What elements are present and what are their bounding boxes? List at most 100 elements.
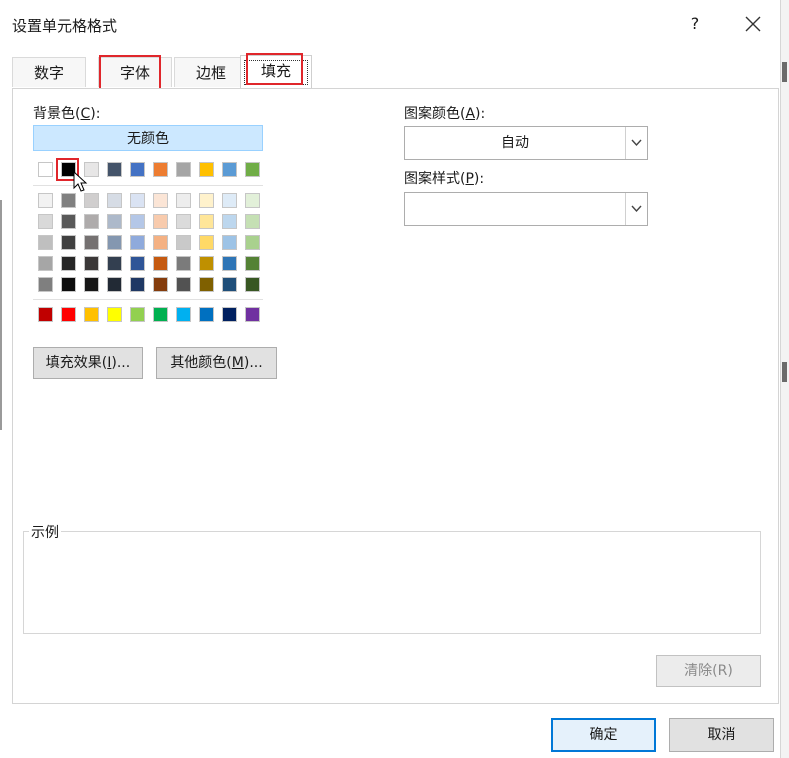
tab-bar: 数字 字体 边框 填充 [12,55,779,89]
tab-fill[interactable]: 填充 [240,55,312,89]
color-swatch[interactable] [61,256,76,271]
color-swatch[interactable] [153,193,168,208]
color-swatch[interactable] [176,162,191,177]
tab-font[interactable]: 字体 [98,57,172,87]
color-swatch[interactable] [245,193,260,208]
color-swatch[interactable] [84,193,99,208]
color-swatch[interactable] [84,307,99,322]
clear-button[interactable]: 清除(R) [656,655,761,687]
sample-preview [23,531,761,634]
color-swatch[interactable] [130,277,145,292]
color-swatch[interactable] [176,193,191,208]
color-swatch[interactable] [130,307,145,322]
pattern-style-select[interactable] [404,192,648,226]
color-swatch[interactable] [107,307,122,322]
color-swatch[interactable] [222,162,237,177]
pattern-color-value: 自动 [501,135,529,151]
no-color-button[interactable]: 无颜色 [33,125,263,151]
tab-border[interactable]: 边框 [174,57,248,87]
color-swatch[interactable] [153,256,168,271]
color-swatch[interactable] [222,277,237,292]
color-swatch[interactable] [199,162,214,177]
color-swatch[interactable] [176,307,191,322]
color-swatch[interactable] [176,235,191,250]
edge-mark [782,362,787,382]
palette-separator [33,299,263,300]
color-swatch[interactable] [199,193,214,208]
dialog-title: 设置单元格格式 [12,17,118,35]
pattern-color-select[interactable]: 自动 [404,126,648,160]
color-swatch[interactable] [176,256,191,271]
color-swatch[interactable] [61,193,76,208]
color-swatch[interactable] [84,214,99,229]
color-swatch[interactable] [245,162,260,177]
color-swatch[interactable] [130,193,145,208]
color-swatch[interactable] [61,277,76,292]
color-swatch[interactable] [153,235,168,250]
pattern-style-value [405,193,625,225]
color-swatch[interactable] [84,256,99,271]
window-edge-left [0,200,2,430]
color-swatch[interactable] [153,214,168,229]
chevron-down-icon[interactable] [625,193,647,225]
color-swatch[interactable] [130,256,145,271]
color-swatch[interactable] [199,256,214,271]
color-swatch[interactable] [107,162,122,177]
color-swatch[interactable] [222,214,237,229]
color-swatch[interactable] [107,256,122,271]
color-swatch[interactable] [38,193,53,208]
ok-button[interactable]: 确定 [551,718,656,752]
help-icon[interactable]: ? [686,14,704,33]
color-swatch[interactable] [245,256,260,271]
color-swatch[interactable] [38,235,53,250]
color-swatch[interactable] [222,256,237,271]
color-swatch[interactable] [84,235,99,250]
edge-mark [782,62,787,82]
color-swatch[interactable] [222,193,237,208]
color-swatch[interactable] [107,214,122,229]
more-colors-button[interactable]: 其他颜色(M)... [156,347,277,379]
color-swatch[interactable] [61,235,76,250]
fill-effects-button[interactable]: 填充效果(I)... [33,347,143,379]
color-swatch[interactable] [176,214,191,229]
cancel-button[interactable]: 取消 [669,718,774,752]
color-swatch[interactable] [38,162,53,177]
tab-label: 字体 [119,64,150,82]
sample-label: 示例 [29,522,61,542]
color-swatch[interactable] [153,277,168,292]
color-swatch[interactable] [130,235,145,250]
color-swatch[interactable] [84,277,99,292]
color-swatch[interactable] [153,307,168,322]
color-swatch[interactable] [38,256,53,271]
close-icon[interactable] [740,9,766,39]
color-swatch[interactable] [222,235,237,250]
color-swatch[interactable] [107,235,122,250]
color-swatch[interactable] [199,277,214,292]
color-swatch[interactable] [38,214,53,229]
color-swatch[interactable] [107,193,122,208]
mouse-cursor-icon [73,171,88,192]
chevron-down-icon[interactable] [625,127,647,159]
color-swatch[interactable] [130,162,145,177]
window-edge [780,0,789,758]
color-swatch[interactable] [245,307,260,322]
color-swatch[interactable] [107,277,122,292]
color-swatch[interactable] [245,214,260,229]
color-swatch[interactable] [130,214,145,229]
color-swatch[interactable] [176,277,191,292]
color-swatch[interactable] [153,162,168,177]
color-swatch[interactable] [38,277,53,292]
tab-label: 边框 [195,64,226,82]
color-swatch[interactable] [222,307,237,322]
background-color-label: 背景色(C): [33,106,101,122]
color-swatch[interactable] [199,214,214,229]
color-swatch[interactable] [199,307,214,322]
tab-number[interactable]: 数字 [12,57,86,87]
color-swatch[interactable] [61,307,76,322]
color-swatch[interactable] [199,235,214,250]
color-swatch[interactable] [245,235,260,250]
color-swatch[interactable] [38,307,53,322]
color-swatch[interactable] [245,277,260,292]
pattern-color-label: 图案颜色(A): [404,106,486,122]
color-swatch[interactable] [61,214,76,229]
